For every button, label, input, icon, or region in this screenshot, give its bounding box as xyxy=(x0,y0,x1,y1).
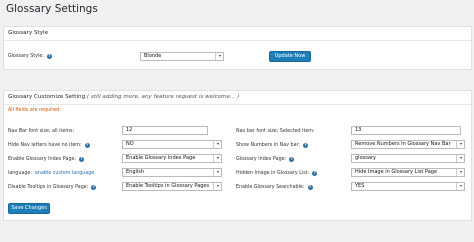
glossary-customize-panel: Glossary Customize Setting ( still addin… xyxy=(3,90,472,221)
glossary-style-panel: Glossary Style Glossary Style: ? Blonde … xyxy=(3,26,472,70)
index-page-label-text: Glossary Index Page: xyxy=(236,156,287,162)
hidden-image-select[interactable]: Hide Image in Glossary List Page xyxy=(351,168,465,177)
help-icon[interactable]: ? xyxy=(289,156,295,162)
language-label: language: enable custom language xyxy=(8,169,94,177)
enable-index-page-value: Enable Glossary Index Page xyxy=(126,155,196,161)
select-separator xyxy=(213,141,214,148)
enable-custom-language-link[interactable]: enable custom language xyxy=(35,171,94,176)
glossary-customize-title: Glossary Customize Setting ( still addin… xyxy=(8,94,239,100)
searchable-label-text: Enable Glossary Searchable: xyxy=(236,184,305,190)
select-separator xyxy=(456,183,457,190)
disable-tooltips-label: Disable Tooltips in Glossary Page: ? xyxy=(8,183,97,191)
searchable-value: YES xyxy=(355,183,365,189)
glossary-style-value: Blonde xyxy=(144,53,162,59)
disable-tooltips-label-text: Disable Tooltips in Glossary Page: xyxy=(8,184,89,190)
customize-hint: ( still adding more, any feature request… xyxy=(86,94,240,100)
panel-divider xyxy=(4,40,471,41)
navbar-font-size-input[interactable]: 12 xyxy=(122,126,208,135)
help-icon[interactable]: ? xyxy=(46,53,52,59)
navbar-selected-font-size-label: Nav bar font size, Selected item: xyxy=(236,127,315,135)
save-changes-button[interactable]: Save Changes xyxy=(8,203,50,214)
select-separator xyxy=(456,141,457,148)
hidden-image-label: Hidden Image in Glossary List: ? xyxy=(236,169,318,177)
enable-index-page-label-text: Enable Glossary Index Page: xyxy=(8,156,77,162)
navbar-font-size-label: Nav Bar font size, all items: xyxy=(8,127,74,135)
hidden-image-label-text: Hidden Image in Glossary List: xyxy=(236,170,310,176)
customize-title-text: Glossary Customize Setting xyxy=(8,94,86,100)
language-value: English xyxy=(126,169,145,175)
help-icon[interactable]: ? xyxy=(307,184,313,190)
index-page-label: Glossary Index Page: ? xyxy=(236,155,295,163)
select-separator xyxy=(213,183,214,190)
required-notice: All fields are required: xyxy=(8,108,61,113)
hidden-image-value: Hide Image in Glossary List Page xyxy=(355,169,438,175)
update-now-button[interactable]: Update Now xyxy=(269,51,311,62)
hide-nav-letters-label: Hide Nav letters have no item: ? xyxy=(8,141,90,149)
hide-nav-letters-value: NO xyxy=(126,141,134,147)
show-numbers-label: Show Numbers in Nav bar: ? xyxy=(236,141,309,149)
show-numbers-value: Remove Numbers In Glossary Nav Bar xyxy=(355,141,451,147)
panel-divider xyxy=(4,104,471,105)
hide-nav-letters-label-text: Hide Nav letters have no item: xyxy=(8,142,82,148)
index-page-select[interactable]: glossary xyxy=(351,154,465,163)
help-icon[interactable]: ? xyxy=(312,170,318,176)
index-page-value: glossary xyxy=(355,155,376,161)
help-icon[interactable]: ? xyxy=(79,156,85,162)
navbar-font-size-label-text: Nav Bar font size, all items: xyxy=(8,128,75,134)
searchable-select[interactable]: YES xyxy=(351,182,465,191)
tooltips-select[interactable]: Enable Tooltips in Glossary Pages xyxy=(122,182,222,191)
searchable-label: Enable Glossary Searchable: ? xyxy=(236,183,313,191)
language-label-text: language: xyxy=(8,170,32,176)
enable-index-page-select[interactable]: Enable Glossary Index Page xyxy=(122,154,222,163)
page-title: Glossary Settings xyxy=(6,3,98,15)
help-icon[interactable]: ? xyxy=(91,184,97,190)
glossary-style-title: Glossary Style xyxy=(8,30,49,36)
select-separator xyxy=(213,155,214,162)
glossary-style-label-text: Glossary Style: xyxy=(8,53,44,59)
glossary-style-label: Glossary Style: ? xyxy=(8,52,52,60)
help-icon[interactable]: ? xyxy=(84,142,90,148)
glossary-style-select[interactable]: Blonde xyxy=(140,52,224,61)
enable-index-page-label: Enable Glossary Index Page: ? xyxy=(8,155,85,163)
show-numbers-select[interactable]: Remove Numbers In Glossary Nav Bar xyxy=(351,140,465,149)
select-separator xyxy=(215,53,216,60)
select-separator xyxy=(213,169,214,176)
help-icon[interactable]: ? xyxy=(303,142,309,148)
hide-nav-letters-select[interactable]: NO xyxy=(122,140,222,149)
navbar-selected-font-size-input[interactable]: 13 xyxy=(351,126,461,135)
navbar-selected-font-size-label-text: Nav bar font size, Selected item: xyxy=(236,128,315,134)
tooltips-value: Enable Tooltips in Glossary Pages xyxy=(126,183,210,189)
select-separator xyxy=(456,169,457,176)
show-numbers-label-text: Show Numbers in Nav bar: xyxy=(236,142,301,148)
select-separator xyxy=(456,155,457,162)
language-select[interactable]: English xyxy=(122,168,222,177)
